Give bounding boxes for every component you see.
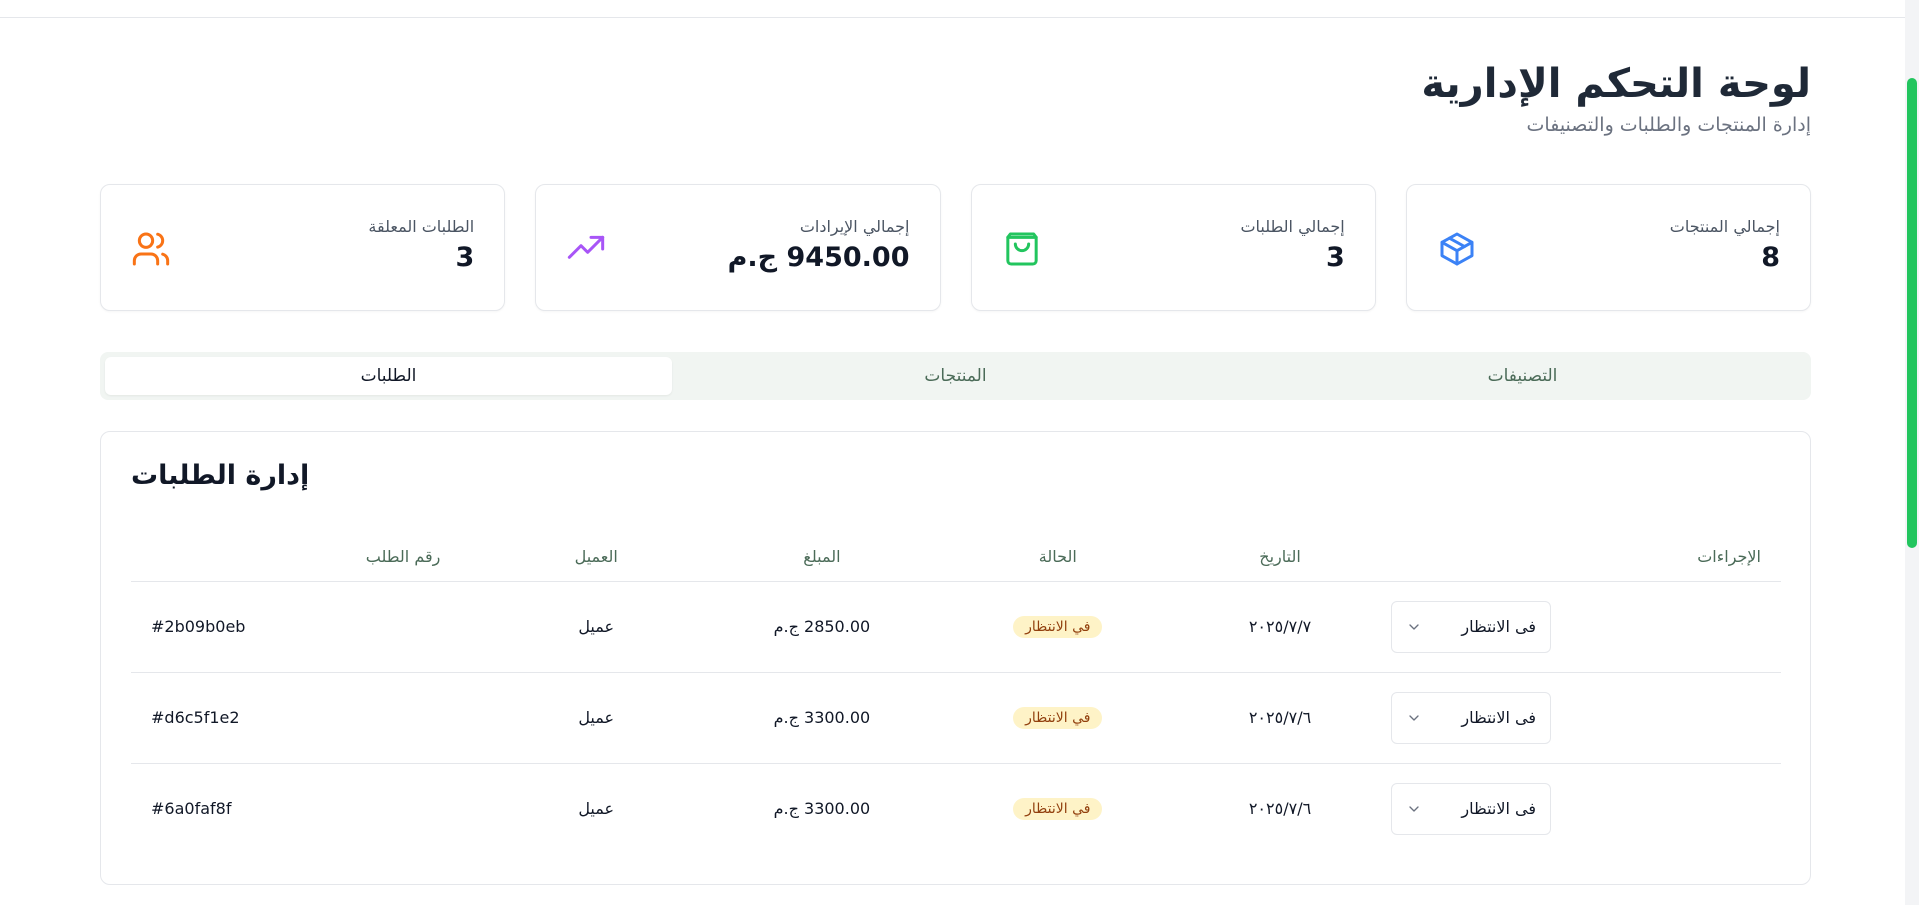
cell-order-id: #d6c5f1e2: [131, 672, 496, 764]
tab-products[interactable]: المنتجات: [672, 357, 1239, 395]
page-header: لوحة التحكم الإدارية إدارة المنتجات والط…: [1421, 58, 1811, 136]
stat-value: 3: [455, 242, 475, 273]
stat-value: 9450.00 ج.م: [727, 242, 910, 273]
chevron-down-icon: [1409, 623, 1419, 630]
column-header-amount: المبلغ: [697, 532, 947, 582]
status-badge: في الانتظار: [1013, 706, 1103, 729]
column-header-status: الحالة: [946, 532, 1169, 582]
table-header-row: الإجراءات التاريخ الحالة المبلغ العميل ر…: [131, 532, 1781, 582]
cell-order-id: #2b09b0eb: [131, 581, 496, 673]
cell-amount: 3300.00 ج.م: [697, 672, 947, 764]
column-header-date: التاريخ: [1169, 532, 1391, 582]
orders-panel-title: إدارة الطلبات: [131, 460, 310, 491]
cell-order-id: #6a0faf8f: [151, 799, 232, 819]
tab-orders[interactable]: الطلبات: [105, 357, 672, 395]
stat-label: إجمالي المنتجات: [1669, 217, 1780, 236]
scrollbar[interactable]: [1905, 0, 1919, 905]
stat-label: إجمالي الطلبات: [1240, 217, 1345, 236]
column-header-customer: العميل: [495, 532, 698, 582]
orders-panel: إدارة الطلبات الإجراءات التاريخ الحالة ا…: [100, 431, 1811, 885]
tabs-bar: التصنيفات المنتجات الطلبات: [100, 352, 1811, 400]
stat-card-total-products: إجمالي المنتجات 8: [1405, 184, 1811, 311]
cell-date: ٢٠٢٥/٧/٦: [1248, 799, 1312, 819]
stats-row: إجمالي المنتجات 8 إجمالي الطلبات 3 إجمال…: [100, 184, 1811, 311]
table-row: فى الانتظار ٢٠٢٥/٧/٧ في الانتظار 2850.00…: [131, 581, 1781, 673]
tab-categories[interactable]: التصنيفات: [1239, 357, 1806, 395]
status-select-value: فى الانتظار: [1461, 617, 1536, 636]
column-header-order-id: رقم الطلب: [131, 532, 496, 582]
cell-amount: 3300.00 ج.م: [773, 799, 871, 819]
main-container: لوحة التحكم الإدارية إدارة المنتجات والط…: [100, 0, 1811, 905]
status-badge: في الانتظار: [1013, 797, 1103, 820]
status-badge: في الانتظار: [1013, 615, 1103, 638]
package-icon: [1440, 232, 1474, 266]
status-select-value: فى الانتظار: [1461, 799, 1536, 819]
chevron-down-icon: [1409, 806, 1419, 812]
chevron-down-icon: [1409, 714, 1419, 721]
cell-amount: 2850.00 ج.م: [697, 581, 947, 673]
stat-value: 3: [1325, 242, 1345, 273]
cell-customer: عميل: [578, 799, 615, 819]
status-select[interactable]: فى الانتظار: [1391, 600, 1551, 653]
users-icon: [132, 232, 170, 266]
table-row: فى الانتظار ٢٠٢٥/٧/٦ في الانتظار 3300.00…: [131, 672, 1781, 764]
stat-card-pending-orders: الطلبات المعلقة 3: [100, 184, 506, 311]
column-header-actions: الإجراءات: [1391, 532, 1781, 582]
cell-date: ٢٠٢٥/٧/٧: [1169, 581, 1391, 673]
orders-table: الإجراءات التاريخ الحالة المبلغ العميل ر…: [131, 532, 1781, 854]
scrollbar-thumb[interactable]: [1907, 78, 1917, 548]
status-select-value: فى الانتظار: [1461, 708, 1536, 727]
stat-card-total-orders: إجمالي الطلبات 3: [970, 184, 1376, 311]
cell-customer: عميل: [495, 672, 698, 764]
stat-value: 8: [1761, 242, 1780, 273]
status-select[interactable]: فى الانتظار: [1391, 691, 1551, 744]
trending-up-icon: [568, 235, 605, 259]
page-title: لوحة التحكم الإدارية: [1421, 61, 1811, 107]
cell-customer: عميل: [495, 581, 698, 673]
cell-date: ٢٠٢٥/٧/٦: [1169, 672, 1391, 764]
stat-label: إجمالي الإيرادات: [799, 217, 910, 236]
stat-label: الطلبات المعلقة: [368, 217, 475, 236]
stat-card-total-revenue: إجمالي الإيرادات 9450.00 ج.م: [535, 184, 941, 311]
page-subtitle: إدارة المنتجات والطلبات والتصنيفات: [1526, 114, 1811, 136]
table-row: فى الانتظار ٢٠٢٥/٧/٦ في الانتظار 3300.00…: [131, 763, 1781, 854]
shopping-bag-icon: [1005, 232, 1038, 266]
status-select[interactable]: فى الانتظار: [1391, 782, 1551, 835]
